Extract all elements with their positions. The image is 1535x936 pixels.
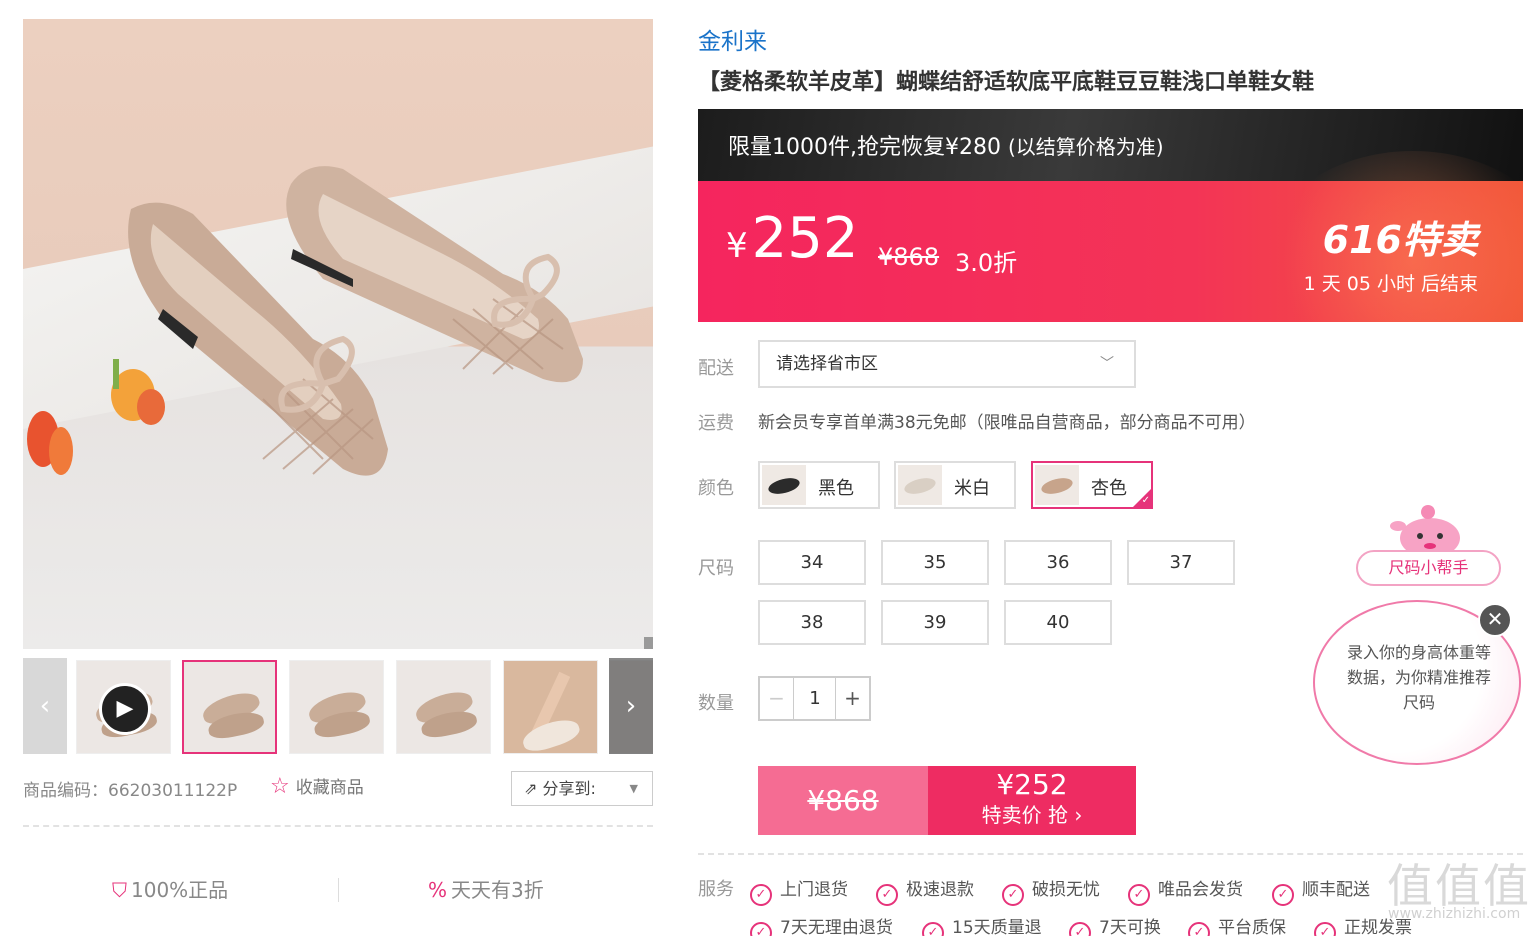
- region-placeholder: 请选择省市区: [776, 354, 878, 374]
- color-option-black[interactable]: 黑色: [758, 461, 880, 509]
- size-option[interactable]: 40: [1004, 600, 1112, 645]
- star-icon: ☆: [270, 774, 290, 799]
- promise-label: 天天有3折: [451, 878, 544, 902]
- quantity-stepper: − 1 +: [758, 676, 871, 721]
- caret-down-icon: ▼: [629, 782, 638, 795]
- delivery-label: 配送: [698, 358, 734, 379]
- product-sku: 商品编码：66203011122P: [23, 781, 238, 801]
- close-icon[interactable]: ✕: [1478, 603, 1512, 637]
- countdown-timer: 1 天 05 小时 后结束: [1303, 273, 1478, 295]
- buy-original-price: ¥868: [758, 766, 928, 835]
- size-label: 尺码: [698, 558, 734, 579]
- check-circle-icon: ✓: [922, 922, 944, 936]
- checkmark-icon: ✓: [1131, 487, 1153, 509]
- color-option-beige-white[interactable]: 米白: [894, 461, 1016, 509]
- check-circle-icon: ✓: [750, 922, 772, 936]
- promo-banner: 限量1000件,抢完恢复¥280 (以结算价格为准) ¥252 ¥868 3.0…: [698, 109, 1523, 322]
- service-item: ✓ 7天无理由退货: [750, 913, 893, 936]
- magnifier-icon[interactable]: ⌕: [644, 637, 653, 649]
- color-option-label: 黑色: [818, 478, 854, 499]
- service-item: ✓ 15天质量退: [922, 913, 1042, 936]
- service-item: ✓ 极速退款: [876, 875, 974, 906]
- size-option[interactable]: 36: [1004, 540, 1112, 585]
- check-circle-icon: ✓: [1128, 884, 1150, 906]
- buy-button[interactable]: ¥868 ¥252 特卖价 抢 ›: [758, 766, 1136, 835]
- event-logo: 616特卖: [1322, 218, 1478, 262]
- favorite-label: 收藏商品: [295, 778, 364, 798]
- promo-price-bar: ¥252 ¥868 3.0折 616特卖 1 天 05 小时 后结束: [698, 151, 1523, 322]
- check-circle-icon: ✓: [1002, 884, 1024, 906]
- shipping-label: 运费: [698, 413, 734, 434]
- buy-now-button[interactable]: ¥252 特卖价 抢 ›: [928, 766, 1136, 835]
- shield-icon: ⛉: [112, 878, 127, 902]
- share-dropdown[interactable]: ⇗ 分享到: ▼: [511, 771, 653, 806]
- service-item: ✓ 平台质保: [1188, 913, 1286, 936]
- quantity-increase-button[interactable]: +: [835, 678, 869, 719]
- quantity-label: 数量: [698, 693, 734, 714]
- brand-link[interactable]: 金利来: [698, 22, 767, 56]
- favorite-button[interactable]: ☆ 收藏商品: [270, 773, 364, 799]
- check-circle-icon: ✓: [1314, 922, 1336, 936]
- size-helper-button[interactable]: 尺码小帮手: [1356, 550, 1501, 586]
- size-option[interactable]: 39: [881, 600, 989, 645]
- shipping-info: 新会员专享首单满38元免邮（限唯品自营商品，部分商品不可用）: [758, 413, 1256, 433]
- size-helper-message: 录入你的身高体重等数据，为你精准推荐尺码: [1346, 643, 1491, 712]
- quantity-input[interactable]: 1: [794, 678, 836, 719]
- size-option[interactable]: 34: [758, 540, 866, 585]
- thumbnail-4[interactable]: [396, 660, 491, 754]
- watermark-url: www.zhizhizhi.com: [1388, 906, 1521, 922]
- region-select[interactable]: 请选择省市区 ﹀: [758, 340, 1136, 388]
- size-option[interactable]: 35: [881, 540, 989, 585]
- divider: [23, 825, 653, 827]
- promise-label: 100%正品: [131, 878, 229, 902]
- thumbnail-2[interactable]: [182, 660, 277, 754]
- check-circle-icon: ✓: [1188, 922, 1210, 936]
- product-title: 【菱格柔软羊皮革】蝴蝶结舒适软底平底鞋豆豆鞋浅口单鞋女鞋: [698, 70, 1315, 95]
- product-main-image[interactable]: ⌕: [23, 19, 653, 649]
- color-option-apricot[interactable]: 杏色 ✓: [1031, 461, 1153, 509]
- size-option[interactable]: 38: [758, 600, 866, 645]
- promise-authentic: ⛉ 100%正品: [112, 874, 228, 903]
- color-label: 颜色: [698, 478, 734, 499]
- buy-action-label: 特卖价 抢 ›: [981, 803, 1083, 827]
- discount-rate: 3.0折: [955, 249, 1018, 277]
- check-circle-icon: ✓: [876, 884, 898, 906]
- promise-discount: % 天天有3折: [428, 874, 544, 903]
- service-item: ✓ 顺丰配送: [1272, 875, 1370, 906]
- product-photo-illustration: [27, 166, 583, 476]
- chevron-down-icon: ﹀: [1100, 356, 1114, 372]
- service-label: 服务: [698, 879, 734, 900]
- thumbnail-strip: ‹ ▶ ›: [23, 658, 653, 754]
- service-item: ✓ 7天可换: [1069, 913, 1161, 936]
- thumbnail-5[interactable]: [503, 660, 598, 754]
- size-option[interactable]: 37: [1127, 540, 1235, 585]
- chevron-left-icon[interactable]: ‹: [23, 658, 67, 754]
- quantity-decrease-button[interactable]: −: [760, 678, 794, 719]
- service-item: ✓ 破损无忧: [1002, 875, 1100, 906]
- chevron-right-icon[interactable]: ›: [609, 658, 653, 754]
- promo-limit-text: 限量1000件,抢完恢复¥280: [728, 135, 1001, 160]
- share-label: 分享到:: [542, 779, 596, 798]
- promo-limit-note: (以结算价格为准): [1007, 135, 1164, 159]
- service-item: ✓ 上门退货: [750, 875, 848, 906]
- check-circle-icon: ✓: [1069, 922, 1091, 936]
- check-circle-icon: ✓: [1272, 884, 1294, 906]
- service-item: ✓ 唯品会发货: [1128, 875, 1243, 906]
- original-price: ¥868: [878, 243, 940, 271]
- buy-price: ¥252: [996, 768, 1068, 801]
- check-circle-icon: ✓: [750, 884, 772, 906]
- percent-icon: %: [428, 878, 448, 902]
- thumbnail-3[interactable]: [289, 660, 384, 754]
- play-icon[interactable]: ▶: [99, 683, 151, 735]
- color-option-label: 杏色: [1091, 478, 1127, 499]
- share-icon: ⇗: [524, 779, 543, 798]
- divider: [338, 878, 339, 902]
- current-price: ¥252: [726, 206, 859, 271]
- color-option-label: 米白: [954, 478, 990, 499]
- thumbnail-video[interactable]: ▶: [76, 660, 171, 754]
